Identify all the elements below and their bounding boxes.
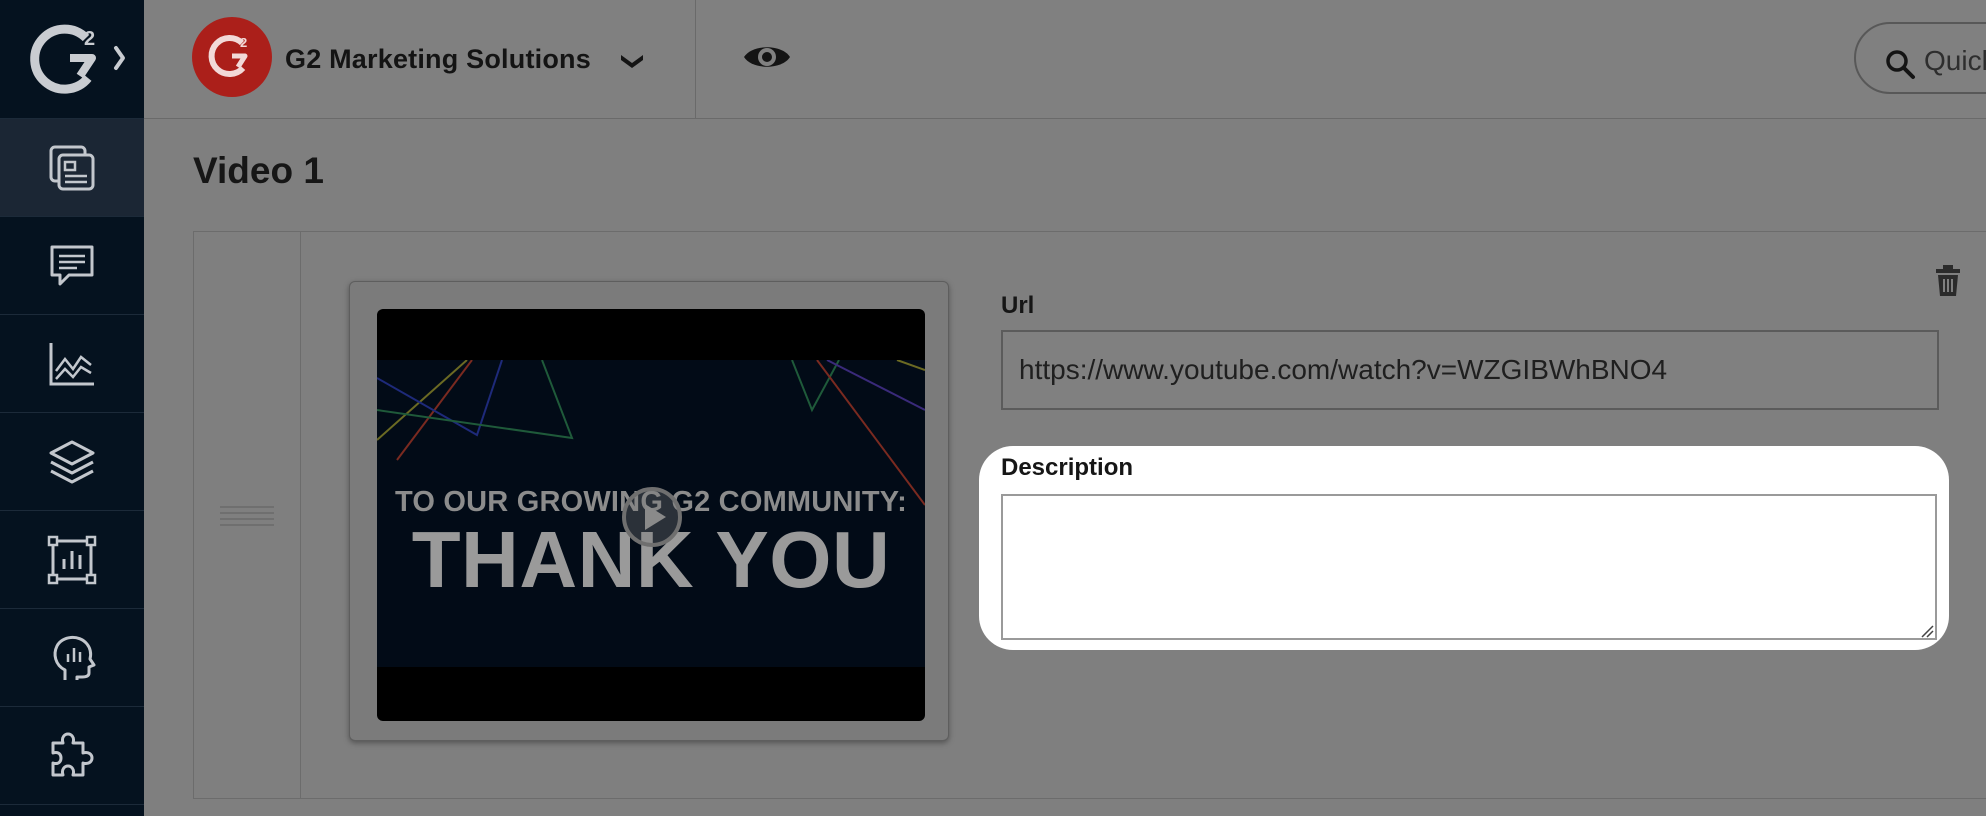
sidebar: 2 (0, 0, 144, 816)
drag-column (194, 232, 301, 798)
line-chart-icon (49, 342, 94, 385)
play-button-icon[interactable] (620, 485, 684, 549)
brand-switcher[interactable]: 2 G2 Marketing Solutions (144, 0, 696, 118)
url-input[interactable] (1001, 330, 1939, 410)
g2-logo-expand[interactable]: 2 (0, 0, 144, 119)
top-header: 2 G2 Marketing Solutions Quick (144, 0, 1986, 119)
sidebar-item-insights[interactable] (0, 609, 144, 707)
sidebar-item-reports[interactable] (0, 511, 144, 609)
video-thumbnail-frame: TO OUR GROWING G2 COMMUNITY: THANK YOU (349, 281, 949, 741)
svg-text:2: 2 (240, 35, 247, 50)
video-thumbnail[interactable]: TO OUR GROWING G2 COMMUNITY: THANK YOU (377, 309, 925, 721)
chevron-down-icon[interactable] (618, 50, 646, 70)
g2-brand-icon: 2 (208, 35, 248, 77)
g2-logo-icon: 2 (30, 24, 125, 94)
trash-icon[interactable] (1934, 265, 1962, 297)
sidebar-item-layers[interactable] (0, 413, 144, 511)
bar-chart-frame-icon (47, 535, 97, 584)
sidebar-item-content[interactable] (0, 119, 144, 217)
chevron-right-icon (114, 46, 125, 70)
brand-name: G2 Marketing Solutions (285, 44, 591, 74)
content-pages-icon (49, 145, 95, 190)
svg-text:2: 2 (84, 28, 95, 50)
sidebar-item-reviews[interactable] (0, 217, 144, 315)
description-textarea[interactable] (1001, 494, 1937, 640)
sidebar-item-integrations[interactable] (0, 707, 144, 805)
description-label: Description (1001, 454, 1134, 481)
page-title: Video 1 (193, 150, 324, 191)
chat-bubble-icon (50, 245, 94, 285)
quick-search-box[interactable]: Quick (1854, 22, 1986, 94)
quick-search-placeholder: Quick (1924, 45, 1986, 76)
sidebar-item-analytics[interactable] (0, 315, 144, 413)
url-label: Url (1001, 292, 1035, 319)
video-frame: TO OUR GROWING G2 COMMUNITY: THANK YOU (377, 360, 925, 667)
puzzle-icon (51, 732, 94, 776)
drag-handle-icon[interactable] (218, 504, 276, 530)
video-card: TO OUR GROWING G2 COMMUNITY: THANK YOU U… (193, 231, 1986, 799)
description-highlight: Description (979, 446, 1949, 650)
head-insights-icon (53, 635, 96, 680)
brand-logo: 2 (192, 17, 272, 97)
layers-icon (49, 440, 95, 483)
search-icon (1886, 50, 1915, 79)
resize-grip-icon[interactable] (1920, 624, 1934, 638)
eye-preview-icon[interactable] (742, 40, 792, 74)
